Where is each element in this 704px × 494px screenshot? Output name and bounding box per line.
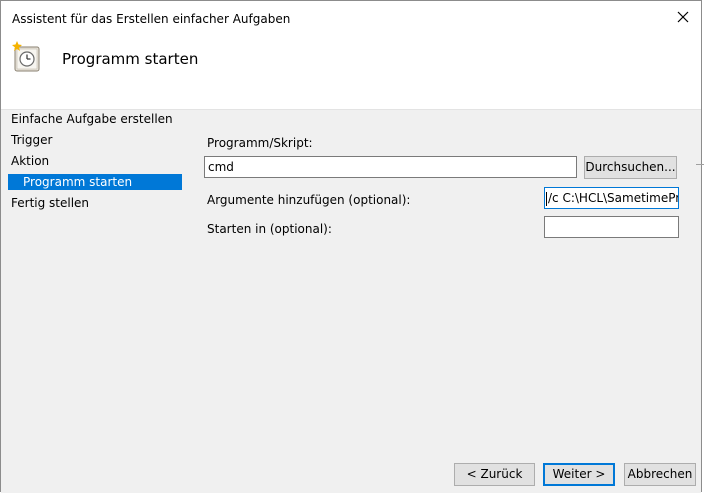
arguments-input[interactable]: /c C:\HCL\SametimePro [544,187,679,209]
nav-item-start-program: Programm starten [8,174,182,190]
text-cursor [546,191,547,206]
nav-item-action: Aktion [11,154,50,168]
back-button[interactable]: < Zurück [454,463,535,486]
scheduled-task-clock-icon [12,41,40,72]
next-button[interactable]: Weiter > [543,463,615,486]
browse-button[interactable]: Durchsuchen... [584,156,677,179]
page-title: Programm starten [62,50,199,68]
close-icon [677,11,689,23]
wizard-content: Einfache Aufgabe erstellen Trigger Aktio… [1,109,701,493]
background-edge-line [696,164,704,165]
close-button[interactable] [665,1,701,33]
title-bar: Assistent für das Erstellen einfacher Au… [1,1,701,33]
cancel-button[interactable]: Abbrechen [624,463,696,486]
arguments-label: Argumente hinzufügen (optional): [207,193,411,207]
start-in-label: Starten in (optional): [207,222,332,236]
nav-item-trigger: Trigger [11,133,53,147]
nav-item-finish: Fertig stellen [11,196,90,210]
program-input[interactable]: cmd [204,156,577,178]
arguments-value: /c C:\HCL\SametimePro [548,191,679,205]
wizard-header: Programm starten [1,33,701,109]
start-in-input[interactable] [544,216,679,238]
wizard-window: Assistent für das Erstellen einfacher Au… [0,0,702,493]
nav-item-create-task: Einfache Aufgabe erstellen [11,112,173,126]
program-label: Programm/Skript: [207,136,313,150]
window-title: Assistent für das Erstellen einfacher Au… [12,12,291,26]
